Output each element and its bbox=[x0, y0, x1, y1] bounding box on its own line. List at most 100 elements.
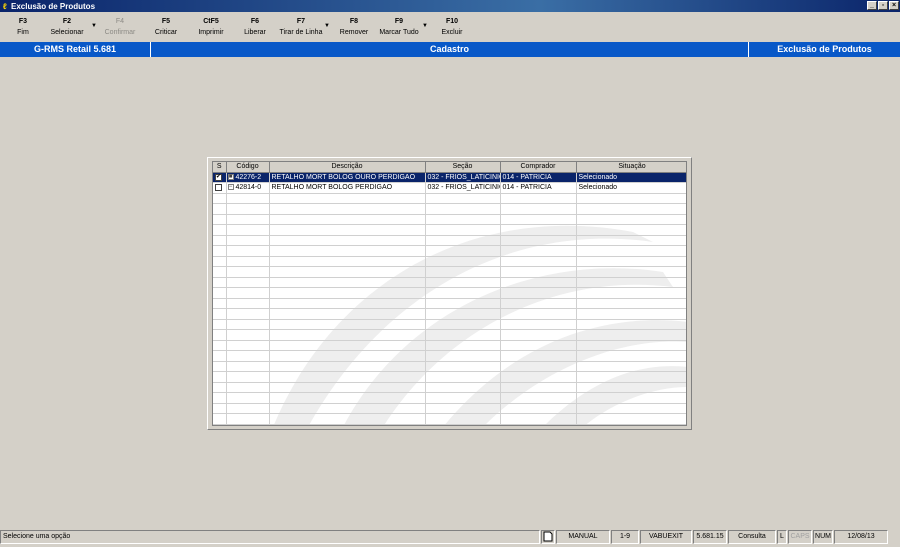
minimize-button[interactable]: _ bbox=[867, 1, 877, 10]
module-name: Cadastro bbox=[429, 44, 469, 54]
empty-cell bbox=[425, 319, 501, 330]
screen-name: Exclusão de Produtos bbox=[777, 44, 872, 54]
criticar-key: F5 bbox=[161, 18, 171, 25]
empty-cell bbox=[269, 350, 426, 362]
status-version: 5.681.15 bbox=[693, 530, 727, 544]
column-header-descricao[interactable]: Descrição bbox=[269, 162, 426, 173]
empty-cell bbox=[213, 235, 227, 246]
empty-cell bbox=[576, 287, 686, 299]
row-checkbox[interactable]: ✔ bbox=[215, 173, 222, 181]
table-row[interactable]: ✔ ■ 42276-2 RETALHO MORT BOLOG OURO PERD… bbox=[213, 172, 686, 183]
empty-table-row bbox=[213, 203, 686, 215]
empty-cell bbox=[576, 319, 686, 330]
column-header-codigo[interactable]: Código bbox=[226, 162, 270, 173]
criticar-button[interactable]: F5 Criticar bbox=[151, 16, 181, 38]
empty-cell bbox=[576, 403, 686, 414]
empty-table-row bbox=[213, 224, 686, 236]
empty-cell bbox=[226, 277, 270, 288]
empty-cell bbox=[576, 340, 686, 351]
fim-button[interactable]: F3 Fim bbox=[9, 16, 37, 38]
empty-cell bbox=[500, 224, 577, 236]
excluir-key: F10 bbox=[445, 18, 459, 25]
column-header-secao[interactable]: Seção bbox=[425, 162, 501, 173]
empty-cell bbox=[269, 235, 426, 246]
empty-cell bbox=[576, 382, 686, 393]
marcar-tudo-dropdown-arrow-icon[interactable]: ▼ bbox=[422, 23, 428, 29]
status-l: L bbox=[777, 530, 787, 544]
empty-cell bbox=[213, 277, 227, 288]
empty-cell bbox=[269, 308, 426, 320]
empty-cell bbox=[576, 308, 686, 320]
liberar-button[interactable]: F6 Liberar bbox=[240, 16, 270, 38]
empty-cell bbox=[500, 256, 577, 267]
empty-cell bbox=[500, 308, 577, 320]
tirar-de-linha-dropdown-arrow-icon[interactable]: ▼ bbox=[324, 23, 330, 29]
empty-cell bbox=[226, 224, 270, 236]
table-row[interactable]: − 42814-0 RETALHO MORT BOLOG PERDIGAO 03… bbox=[213, 182, 686, 194]
empty-cell bbox=[213, 266, 227, 278]
column-header-situacao[interactable]: Situação bbox=[576, 162, 686, 173]
empty-cell bbox=[226, 371, 270, 383]
empty-cell bbox=[213, 287, 227, 299]
empty-cell bbox=[500, 266, 577, 278]
marcar-tudo-button[interactable]: F9 Marcar Tudo bbox=[378, 16, 420, 38]
column-header-comprador[interactable]: Comprador bbox=[500, 162, 577, 173]
selecionar-dropdown-arrow-icon[interactable]: ▼ bbox=[91, 23, 97, 29]
empty-cell bbox=[576, 277, 686, 288]
status-message: Selecione uma opção bbox=[0, 530, 540, 544]
empty-cell bbox=[213, 382, 227, 393]
close-button[interactable]: × bbox=[889, 1, 899, 10]
imprimir-label: Imprimir bbox=[198, 29, 224, 36]
empty-cell bbox=[500, 413, 577, 425]
product-grid-panel: S Código Descrição Seção Comprador Situa… bbox=[207, 157, 692, 430]
empty-cell bbox=[226, 287, 270, 299]
empty-cell bbox=[425, 224, 501, 236]
restore-button[interactable]: ▫ bbox=[878, 1, 888, 10]
empty-cell bbox=[425, 308, 501, 320]
excluir-button[interactable]: F10 Excluir bbox=[438, 16, 466, 38]
empty-cell bbox=[226, 403, 270, 414]
row-checkbox[interactable] bbox=[215, 184, 222, 192]
empty-cell bbox=[576, 266, 686, 278]
tirar-de-linha-button[interactable]: F7 Tirar de Linha bbox=[278, 16, 324, 38]
empty-cell bbox=[226, 235, 270, 246]
empty-cell bbox=[425, 371, 501, 383]
empty-cell bbox=[226, 203, 270, 215]
imprimir-button[interactable]: CtF5 Imprimir bbox=[195, 16, 227, 38]
selecionar-button[interactable]: F2 Selecionar bbox=[48, 16, 86, 38]
codigo-cell: 42814-0 bbox=[235, 184, 262, 192]
column-header-s[interactable]: S bbox=[213, 162, 227, 173]
empty-cell bbox=[500, 214, 577, 225]
row-expand-icon[interactable]: − bbox=[227, 184, 234, 191]
grid-table: S Código Descrição Seção Comprador Situa… bbox=[213, 162, 686, 425]
selecionar-key: F2 bbox=[62, 18, 72, 25]
empty-cell bbox=[576, 298, 686, 309]
status-range: 1-9 bbox=[611, 530, 639, 544]
empty-cell bbox=[425, 413, 501, 425]
empty-table-row bbox=[213, 329, 686, 341]
fim-key: F3 bbox=[18, 18, 28, 25]
status-program: VABUEXIT bbox=[640, 530, 692, 544]
empty-cell bbox=[500, 277, 577, 288]
row-expand-icon[interactable]: ■ bbox=[227, 173, 234, 180]
empty-cell bbox=[500, 287, 577, 299]
tirar-de-linha-key: F7 bbox=[296, 18, 306, 25]
empty-cell bbox=[500, 340, 577, 351]
empty-cell bbox=[425, 235, 501, 246]
empty-cell bbox=[425, 266, 501, 278]
empty-table-row bbox=[213, 298, 686, 309]
empty-cell bbox=[269, 203, 426, 215]
remover-button[interactable]: F8 Remover bbox=[338, 16, 370, 38]
empty-table-row bbox=[213, 287, 686, 299]
empty-cell bbox=[213, 340, 227, 351]
liberar-label: Liberar bbox=[244, 29, 266, 36]
document-icon bbox=[541, 530, 555, 544]
situacao-cell: Selecionado bbox=[576, 172, 686, 183]
empty-cell bbox=[226, 298, 270, 309]
criticar-label: Criticar bbox=[154, 29, 178, 36]
empty-cell bbox=[213, 245, 227, 257]
empty-cell bbox=[213, 224, 227, 236]
situacao-cell: Selecionado bbox=[576, 182, 686, 194]
empty-cell bbox=[226, 361, 270, 372]
empty-cell bbox=[576, 361, 686, 372]
